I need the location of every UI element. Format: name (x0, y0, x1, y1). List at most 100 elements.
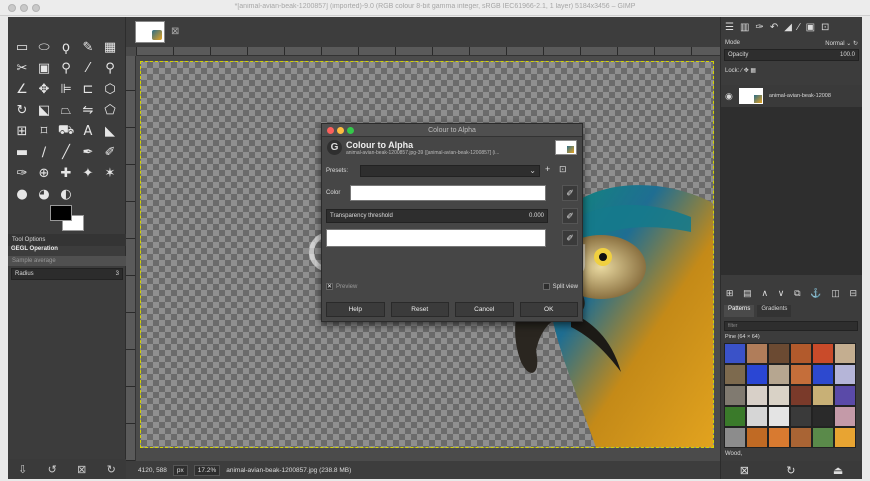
eraser-icon[interactable]: ╱ (55, 142, 77, 163)
paint-tab-icon[interactable]: ∕ (798, 22, 800, 33)
perspective-clone-icon[interactable]: ✦ (77, 163, 99, 184)
pattern-swatch[interactable] (768, 406, 790, 427)
channels-tab-icon[interactable]: ▥ (740, 22, 749, 33)
restore-options-icon[interactable]: ↺ (48, 463, 57, 476)
clone-icon[interactable]: ⊕ (33, 163, 55, 184)
reset-button[interactable]: Reset (390, 302, 449, 317)
ok-button[interactable]: OK (519, 302, 578, 317)
pattern-swatch[interactable] (724, 427, 746, 448)
dialog-close-icon[interactable] (327, 127, 334, 134)
by-color-select-icon[interactable]: ▦ (99, 37, 121, 58)
align-icon[interactable]: ⊫ (55, 79, 77, 100)
zoom-window-icon[interactable] (32, 4, 40, 12)
foreground-select-icon[interactable]: ▣ (33, 58, 55, 79)
pattern-swatch[interactable] (834, 364, 856, 385)
reset-options-icon[interactable]: ↻ (107, 463, 116, 476)
refresh-patterns-icon[interactable]: ↻ (786, 464, 795, 477)
foreground-color[interactable] (50, 205, 72, 221)
pattern-swatch[interactable] (812, 343, 834, 364)
vertical-ruler[interactable] (126, 56, 136, 461)
new-group-icon[interactable]: ▤ (743, 288, 752, 299)
pattern-swatch[interactable] (812, 364, 834, 385)
preset-menu-icon[interactable]: ⊡ (559, 164, 567, 175)
lock-alpha-icon[interactable]: ▦ (750, 68, 756, 74)
lower-layer-icon[interactable]: ∨ (778, 288, 785, 299)
opacity-slider[interactable]: Opacity 100.0 (724, 49, 859, 61)
duplicate-layer-icon[interactable]: ⧉ (794, 288, 800, 299)
dodge-burn-icon[interactable]: ◕ (33, 184, 55, 205)
save-options-icon[interactable]: ⇩ (18, 463, 27, 476)
pattern-swatch[interactable] (724, 343, 746, 364)
dock-menu-icon[interactable]: ⊡ (821, 22, 829, 33)
blur-icon[interactable]: ✶ (99, 163, 121, 184)
undo-tab-icon[interactable]: ↶ (770, 22, 778, 33)
unified-transform-icon[interactable]: ⬡ (99, 79, 121, 100)
pattern-swatch[interactable] (768, 364, 790, 385)
paths-icon[interactable]: ⚲ (55, 58, 77, 79)
pattern-swatch[interactable] (746, 427, 768, 448)
pattern-swatch[interactable] (790, 385, 812, 406)
gradient-icon[interactable]: ◣ (99, 121, 121, 142)
mask-layer-icon[interactable]: ◫ (831, 288, 840, 299)
delete-options-icon[interactable]: ⊠ (77, 463, 86, 476)
lock-position-icon[interactable]: ✥ (744, 68, 749, 74)
paintbrush-icon[interactable]: ∕ (33, 142, 55, 163)
color-tool-icon[interactable]: ◐ (55, 184, 77, 205)
close-tab-icon[interactable]: ⊠ (171, 26, 179, 37)
dialog-minimize-icon[interactable] (337, 127, 344, 134)
fuzzy-select-icon[interactable]: ✎ (77, 37, 99, 58)
mypaint-brush-icon[interactable]: ✑ (11, 163, 33, 184)
delete-layer-icon[interactable]: ⊟ (850, 288, 858, 299)
preview-checkbox[interactable]: ✕ Preview (326, 283, 357, 291)
pattern-swatch[interactable] (768, 385, 790, 406)
pattern-swatch[interactable] (834, 427, 856, 448)
crop-icon[interactable]: ⊏ (77, 79, 99, 100)
cage-icon[interactable]: ⬠ (99, 100, 121, 121)
image-tab-thumbnail[interactable] (135, 21, 165, 43)
warp-icon[interactable]: ⊞ (11, 121, 33, 142)
smudge-icon[interactable]: ● (11, 184, 33, 205)
pattern-swatch[interactable] (724, 385, 746, 406)
pattern-swatch[interactable] (746, 343, 768, 364)
perspective-icon[interactable]: ⏢ (55, 100, 77, 121)
pattern-swatch[interactable] (790, 364, 812, 385)
opacity-threshold-swatch[interactable] (326, 229, 546, 247)
pattern-swatch[interactable] (812, 385, 834, 406)
bucket-fill-icon[interactable]: ⛟ (55, 121, 77, 142)
new-layer-icon[interactable]: ⊞ (726, 288, 734, 299)
pattern-swatch[interactable] (746, 364, 768, 385)
handle-transform-icon[interactable]: ⌑ (33, 121, 55, 142)
pattern-swatch[interactable] (812, 406, 834, 427)
eye-icon[interactable]: ◉ (725, 91, 733, 102)
pattern-swatch[interactable] (812, 427, 834, 448)
image-tab-icon[interactable]: ▣ (806, 22, 815, 33)
pattern-swatch[interactable] (834, 406, 856, 427)
lock-pixels-icon[interactable]: ∕ (741, 68, 742, 74)
measure-icon[interactable]: ∠ (11, 79, 33, 100)
tab-patterns[interactable]: Patterns (724, 305, 755, 317)
horizontal-ruler[interactable] (136, 47, 720, 56)
shear-icon[interactable]: ⬕ (33, 100, 55, 121)
opacity-picker-icon[interactable]: ✐ (562, 230, 578, 246)
pattern-swatch[interactable] (724, 406, 746, 427)
split-view-checkbox[interactable]: Split view (542, 283, 578, 291)
transparency-threshold-slider[interactable]: Transparency threshold 0.000 (326, 209, 548, 223)
close-window-icon[interactable] (8, 4, 16, 12)
pattern-filter-input[interactable]: filter (724, 321, 858, 331)
pattern-swatch[interactable] (790, 406, 812, 427)
dialog-zoom-icon[interactable] (347, 127, 354, 134)
edit-pattern-icon[interactable]: ⊠ (740, 464, 749, 477)
pattern-swatch[interactable] (768, 343, 790, 364)
pattern-swatch[interactable] (790, 427, 812, 448)
rect-select-icon[interactable]: ▭ (11, 37, 33, 58)
scissors-icon[interactable]: ✂ (11, 58, 33, 79)
pattern-swatch[interactable] (790, 343, 812, 364)
threshold-picker-icon[interactable]: ✐ (562, 208, 578, 224)
move-icon[interactable]: ✥ (33, 79, 55, 100)
sample-average-toggle[interactable]: Sample average (8, 256, 126, 266)
help-button[interactable]: Help (326, 302, 385, 317)
free-select-icon[interactable]: ϙ (55, 37, 77, 58)
paths-tab-icon[interactable]: ✑ (755, 22, 763, 33)
pattern-swatch[interactable] (746, 406, 768, 427)
color-picker-icon[interactable]: ⁄ (77, 58, 99, 79)
